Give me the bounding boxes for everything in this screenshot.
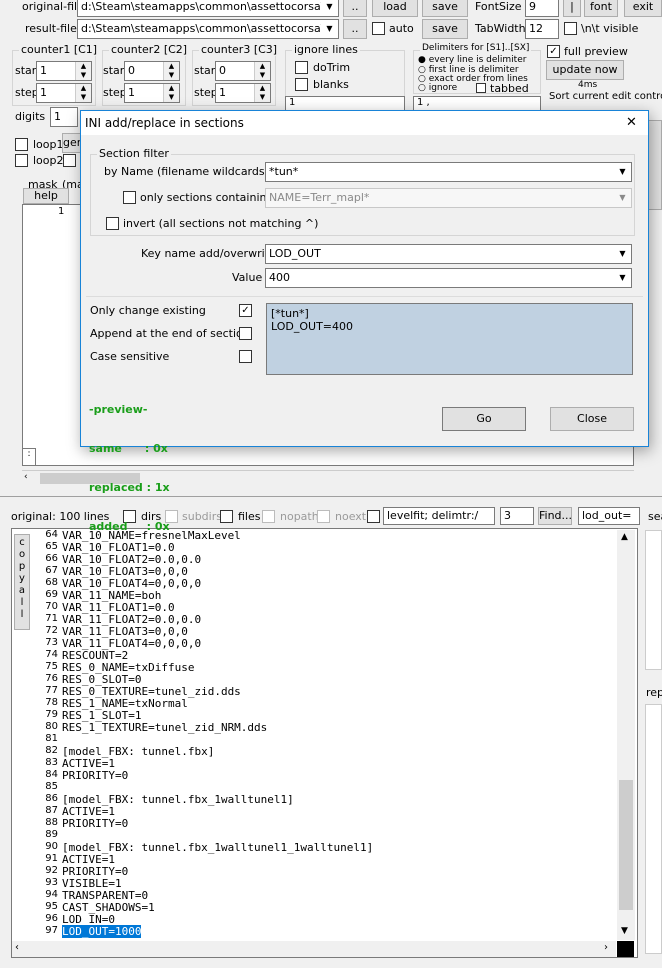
line-number: 83: [45, 757, 58, 768]
line-number: 75: [45, 661, 58, 672]
line-number: 80: [45, 721, 58, 732]
scroll-thumb[interactable]: [619, 780, 633, 910]
code-line[interactable]: RES_1_TEXTURE=tunel_zid_NRM.dds: [62, 721, 267, 734]
line-number: 88: [45, 817, 58, 828]
line-number: 81: [45, 733, 58, 744]
by-name-combo[interactable]: *tun* ▼: [265, 162, 632, 182]
close-button[interactable]: Close: [550, 407, 634, 431]
stats-added: added : 0x: [89, 520, 170, 533]
preview-line: LOD_OUT=400: [271, 320, 354, 333]
corner-block: [617, 941, 634, 957]
preview-stats: -preview- same : 0x replaced : 1x added …: [89, 377, 170, 559]
line-number: 70: [45, 601, 58, 612]
key-name-label: Key name add/overwrite: [141, 247, 276, 260]
code-line[interactable]: PRIORITY=0: [62, 769, 128, 782]
only-sections-combo[interactable]: NAME=Terr_mapl* ▼: [265, 188, 632, 208]
append-end-label: Append at the end of section: [90, 327, 250, 340]
value-combo[interactable]: 400 ▼: [265, 268, 632, 288]
line-number: 96: [45, 913, 58, 924]
dropdown-arrow-icon[interactable]: ▼: [614, 269, 631, 287]
stats-header: -preview-: [89, 403, 148, 416]
value-label: Value: [232, 271, 263, 284]
dialog-titlebar: INI add/replace in sections ✕: [81, 111, 648, 135]
line-number: 67: [45, 565, 58, 576]
preview-box: [*tun*] LOD_OUT=400: [266, 303, 633, 375]
only-sections-label: only sections containing:: [140, 191, 278, 204]
dialog-title: INI add/replace in sections: [85, 116, 244, 130]
line-number: 77: [45, 685, 58, 696]
invert-label: invert (all sections not matching ^): [123, 217, 319, 230]
code-horizontal-scrollbar[interactable]: ‹ ›: [12, 941, 616, 957]
preview-line: [*tun*]: [271, 307, 309, 320]
ini-replace-dialog: INI add/replace in sections ✕ Section fi…: [80, 110, 649, 533]
dropdown-arrow-icon[interactable]: ▼: [614, 163, 631, 181]
key-name-combo[interactable]: LOD_OUT ▼: [265, 244, 632, 264]
line-number: 85: [45, 781, 58, 792]
only-sections-checkbox[interactable]: [123, 191, 136, 204]
line-number: 73: [45, 637, 58, 648]
stats-same: same : 0x: [89, 442, 168, 455]
scroll-down-icon[interactable]: ▼: [621, 926, 628, 936]
invert-checkbox[interactable]: [106, 217, 119, 230]
case-sensitive-label: Case sensitive: [90, 350, 170, 363]
scroll-left-icon[interactable]: ‹: [15, 942, 19, 953]
line-number: 86: [45, 793, 58, 804]
only-change-checkbox[interactable]: ✓: [239, 304, 252, 317]
line-number: 64: [45, 529, 58, 540]
case-sensitive-checkbox[interactable]: [239, 350, 252, 363]
line-number: 95: [45, 901, 58, 912]
code-line[interactable]: PRIORITY=0: [62, 817, 128, 830]
line-number: 65: [45, 541, 58, 552]
dropdown-arrow-icon[interactable]: ▼: [614, 189, 631, 207]
line-number: 71: [45, 613, 58, 624]
only-change-label: Only change existing: [90, 304, 206, 317]
line-number: 72: [45, 625, 58, 636]
line-number: 94: [45, 889, 58, 900]
scroll-right-icon[interactable]: ›: [604, 942, 608, 953]
by-name-label: by Name (filename wildcards ? *): [104, 165, 288, 178]
line-number: 79: [45, 709, 58, 720]
code-line[interactable]: LOD_OUT=1000: [62, 925, 142, 938]
line-number: 89: [45, 829, 58, 840]
close-icon[interactable]: ✕: [626, 111, 637, 135]
line-number: 76: [45, 673, 58, 684]
replace-panel[interactable]: [645, 704, 662, 954]
scroll-up-icon[interactable]: ▲: [621, 532, 628, 542]
line-number: 82: [45, 745, 58, 756]
append-end-checkbox[interactable]: [239, 327, 252, 340]
line-number: 87: [45, 805, 58, 816]
dialog-divider: [86, 296, 643, 297]
line-number: 74: [45, 649, 58, 660]
line-number: 66: [45, 553, 58, 564]
line-number: 90: [45, 841, 58, 852]
search-panel[interactable]: [645, 530, 662, 670]
line-number: 97: [45, 925, 58, 936]
line-number: 69: [45, 589, 58, 600]
line-number: 68: [45, 577, 58, 588]
line-number: 93: [45, 877, 58, 888]
dropdown-arrow-icon[interactable]: ▼: [614, 245, 631, 263]
line-number: 78: [45, 697, 58, 708]
line-number: 91: [45, 853, 58, 864]
line-number: 84: [45, 769, 58, 780]
code-vertical-scrollbar[interactable]: ▲ ▼: [617, 530, 635, 940]
line-number: 92: [45, 865, 58, 876]
stats-replaced: replaced : 1x: [89, 481, 170, 494]
go-button[interactable]: Go: [442, 407, 526, 431]
